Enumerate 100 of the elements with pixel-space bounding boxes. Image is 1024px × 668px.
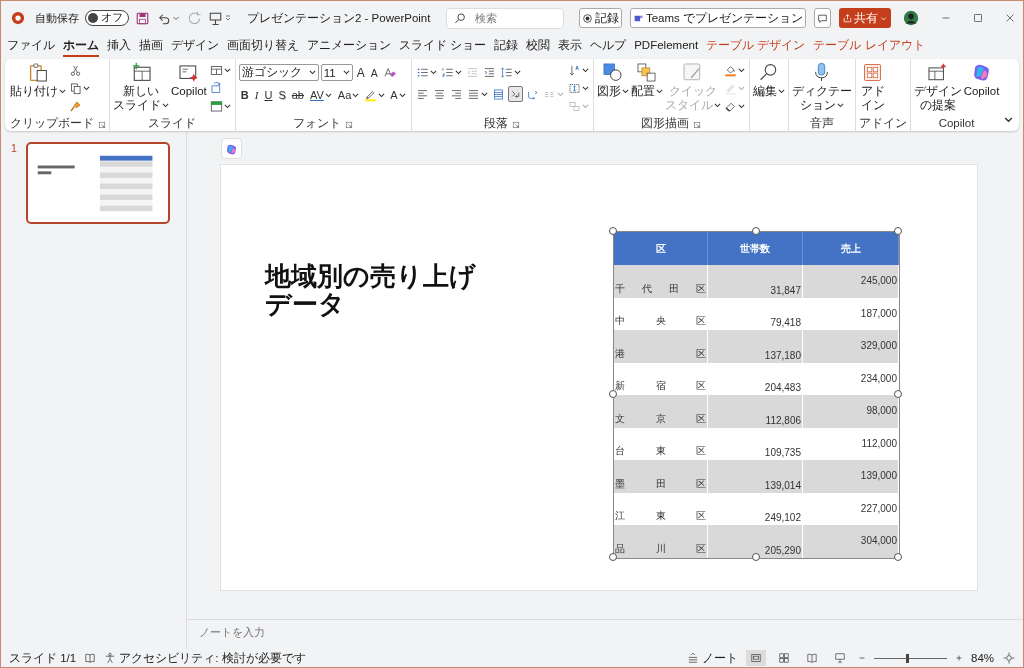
font-size-field[interactable]: 11 — [320, 64, 353, 81]
format-button[interactable]: S — [276, 87, 288, 103]
ribbon-tab[interactable]: デザイン — [171, 36, 219, 57]
caret-icon — [429, 69, 437, 75]
copilot-button[interactable] — [221, 138, 242, 159]
microphone-button[interactable]: ディクテー ション — [791, 62, 852, 112]
ribbon-tab[interactable]: ファイル — [7, 36, 55, 57]
format-button[interactable]: A — [354, 64, 367, 81]
save-icon[interactable] — [135, 10, 150, 26]
format-button[interactable]: I — [252, 87, 261, 103]
customize-icon[interactable] — [223, 13, 233, 23]
group-label: アドイン — [858, 115, 907, 131]
format-button[interactable]: U — [262, 87, 275, 103]
caret-icon — [581, 103, 589, 109]
autosave-toggle[interactable]: オフ — [85, 10, 129, 26]
resize-handle[interactable] — [894, 553, 902, 561]
accessibility-button[interactable]: アクセシビリティ: 検討が必要です — [104, 650, 306, 666]
group-label: 段落 — [484, 115, 509, 131]
notes-field[interactable]: ノートを入力 — [197, 625, 501, 639]
slide-title[interactable]: 地域別の売り上げデータ — [265, 262, 480, 319]
shapes-button[interactable]: 図形 — [596, 62, 629, 98]
ribbon-tab[interactable]: 記録 — [494, 36, 519, 57]
resize-handle[interactable] — [609, 390, 617, 398]
format-button[interactable]: A — [368, 64, 380, 81]
text-wrap-button[interactable] — [507, 86, 523, 102]
group-label: フォント — [293, 115, 342, 131]
table-cell: 中央区 — [615, 314, 706, 328]
ribbon-tab[interactable]: PDFelement — [634, 36, 699, 57]
resize-handle[interactable] — [894, 390, 902, 398]
design-sparkle-button[interactable]: デザイン の提案 — [913, 62, 962, 112]
dialog-launcher-icon[interactable] — [345, 119, 354, 127]
redo-icon[interactable] — [187, 10, 202, 26]
data-table[interactable]: 区 世帯数 売上 千代田区 31,847 245,000 中央区 79,418 187,000 港区 137,180 329,000 新宿区 204,483 234,000 文京区 112,806 98,000 台東区 109,735 112,000 墨田区 139,014 139,000 江東区 249,102 227,000 品川区 205,290 304,000 — [613, 231, 900, 559]
collapse-ribbon-icon[interactable] — [1004, 117, 1013, 123]
new-slide-button[interactable]: 新しい スライド — [113, 62, 169, 112]
table-cell: 137,180 — [764, 349, 801, 361]
caret-icon — [737, 103, 745, 109]
record-button[interactable]: 記録 — [578, 8, 622, 28]
zoom-in-icon[interactable] — [955, 654, 963, 662]
avatar-icon[interactable] — [903, 10, 919, 26]
justify-icon — [466, 87, 480, 101]
resize-handle[interactable] — [609, 227, 617, 235]
copy-button[interactable] — [68, 80, 91, 96]
resize-handle[interactable] — [751, 227, 760, 235]
caret-icon — [513, 69, 521, 75]
search-button[interactable]: 編集 — [752, 62, 785, 98]
section-button[interactable] — [208, 98, 232, 114]
ribbon-tab[interactable]: 表示 — [558, 36, 583, 57]
arrange-button[interactable]: 配置 — [630, 62, 663, 98]
highlighter-icon — [364, 88, 378, 102]
caret-icon — [737, 85, 745, 91]
format-button[interactable]: Aa — [335, 87, 362, 103]
book-icon[interactable] — [84, 652, 97, 664]
grid-button[interactable]: アド イン — [858, 62, 887, 112]
teams-present-button[interactable]: Teams でプレゼンテーション — [629, 8, 806, 28]
resize-handle[interactable] — [751, 553, 760, 561]
fit-to-window-icon[interactable] — [1003, 652, 1015, 664]
clipboard-icon — [27, 62, 49, 83]
resize-handle[interactable] — [894, 227, 902, 235]
ribbon-tab[interactable]: 描画 — [139, 36, 163, 57]
presentation-icon[interactable] — [208, 10, 223, 26]
caret-icon — [342, 70, 350, 75]
ribbon-tab[interactable]: ヘルプ — [590, 36, 627, 57]
comments-button[interactable] — [814, 8, 831, 28]
ribbon-tab[interactable]: 画面切り替え — [227, 36, 299, 57]
ribbon-tab[interactable]: スライド ショー — [399, 36, 487, 57]
notes-button[interactable]: ノート — [687, 650, 738, 666]
line-spacing-button[interactable] — [498, 64, 522, 80]
format-button[interactable]: ab — [289, 87, 306, 103]
share-button[interactable]: 共有 — [839, 8, 891, 28]
paint-bucket-icon — [723, 63, 737, 77]
ribbon-tab[interactable]: 挿入 — [107, 36, 131, 57]
zoom-level[interactable]: 84% — [971, 650, 995, 666]
ribbon-tab[interactable]: 校閲 — [526, 36, 551, 57]
search-field[interactable]: 検索 — [446, 7, 565, 29]
ribbon-tab[interactable]: テーブル デザイン — [706, 36, 806, 57]
table-cell: 112,000 — [861, 437, 897, 449]
slide-sparkle-button[interactable]: Copilot — [171, 62, 207, 98]
clipboard-button[interactable]: 貼り付け — [10, 62, 66, 98]
slide-counter: スライド 1/1 — [9, 650, 77, 666]
format-button[interactable]: A — [388, 87, 408, 103]
ribbon-tab[interactable]: ホーム — [63, 36, 99, 57]
table-cell: 港区 — [615, 346, 706, 361]
font-name-field[interactable]: 游ゴシック — [238, 64, 319, 81]
ribbon-tab[interactable]: テーブル レイアウト — [813, 36, 925, 57]
table-cell: 98,000 — [866, 405, 897, 416]
copilot-logo-button[interactable]: Copilot — [963, 62, 1000, 98]
dialog-launcher-icon[interactable] — [512, 119, 521, 127]
zoom-thumb[interactable] — [905, 653, 909, 663]
ribbon-tab[interactable]: アニメーション — [307, 36, 391, 57]
dialog-launcher-icon[interactable] — [693, 119, 702, 127]
caret-icon — [737, 67, 745, 73]
dialog-launcher-icon[interactable] — [98, 119, 106, 127]
format-button[interactable]: AV — [308, 87, 334, 103]
format-button[interactable]: B — [238, 87, 251, 103]
resize-handle[interactable] — [609, 553, 617, 561]
maximize-icon[interactable] — [971, 11, 985, 25]
copilot-logo-icon — [225, 142, 238, 155]
normal-view-button[interactable] — [746, 650, 766, 666]
caret-icon — [223, 103, 231, 109]
